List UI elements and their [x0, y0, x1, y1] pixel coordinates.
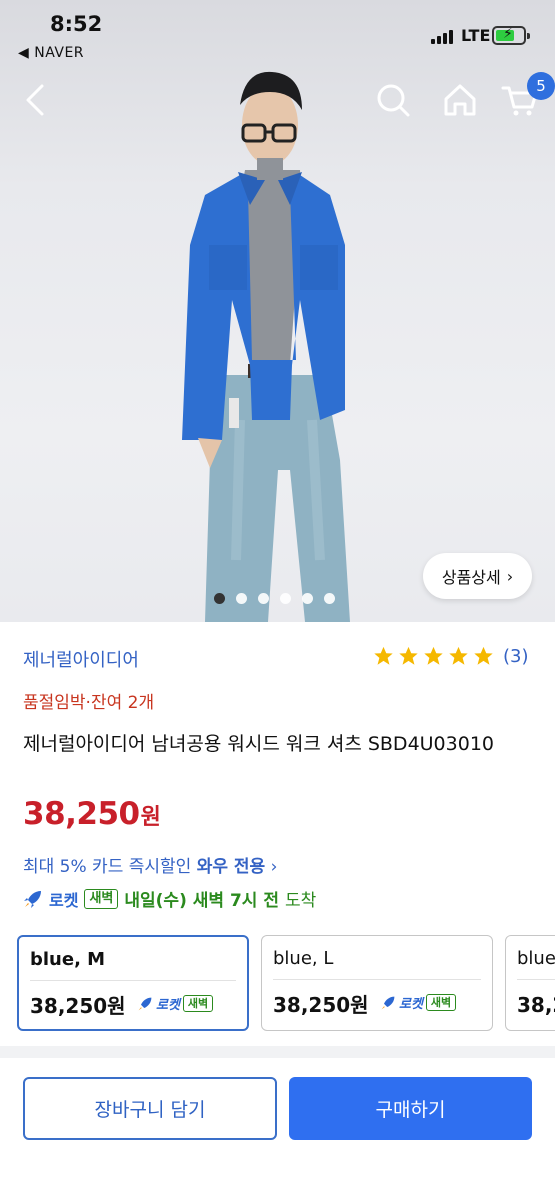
option-name: blue, M: [30, 949, 106, 970]
rating-summary[interactable]: (3): [372, 645, 529, 667]
pagination-dot[interactable]: [280, 593, 291, 604]
status-bar: 8:52 ◀ NAVER LTE ⚡: [0, 0, 555, 70]
signal-icon: [431, 30, 453, 44]
option-card[interactable]: blue, M 38,250원 로켓 새벽: [17, 935, 249, 1031]
battery-icon: ⚡: [492, 26, 530, 45]
back-arrow-icon[interactable]: [18, 80, 58, 120]
dawn-tag: 새벽: [425, 994, 457, 1011]
delivery-suffix: 도착: [284, 891, 317, 911]
star-icon: [474, 646, 493, 665]
product-title: 제너럴아이디어 남녀공용 워시드 워크 셔츠 SBD4U03010: [23, 733, 495, 755]
rocket-label: 로켓: [399, 997, 423, 1012]
star-icon: [449, 646, 468, 665]
rocket-icon: [24, 890, 41, 908]
option-delivery: 로켓 새벽: [380, 993, 457, 1012]
rocket-label: 로켓: [49, 890, 79, 910]
option-price: 38,250원: [273, 993, 369, 1017]
star-icon: [399, 646, 418, 665]
chevron-right-icon: ›: [270, 857, 278, 877]
pagination-dot[interactable]: [302, 593, 313, 604]
option-price: 38,250원: [30, 994, 126, 1018]
dawn-tag: 새벽: [84, 888, 119, 909]
option-card[interactable]: blue, XL 38,250원 로켓 새벽: [505, 935, 555, 1031]
product-image-gallery[interactable]: 8:52 ◀ NAVER LTE ⚡ 5 상품상세 ›: [0, 0, 555, 622]
back-to-app-link[interactable]: ◀ NAVER: [18, 45, 84, 61]
product-price: 38,250원: [23, 796, 161, 832]
star-icon: [424, 646, 443, 665]
add-to-cart-button[interactable]: 장바구니 담기: [23, 1077, 277, 1140]
price-value: 38,250: [23, 796, 140, 832]
delivery-date: 내일(수) 새벽 7시 전: [124, 891, 279, 911]
option-name: blue, L: [273, 948, 334, 969]
rocket-label: 로켓: [156, 998, 180, 1013]
option-name: blue, XL: [517, 948, 555, 969]
pagination-dot[interactable]: [258, 593, 269, 604]
option-delivery: 로켓 새벽: [137, 994, 214, 1013]
product-detail-label: 상품상세: [441, 568, 501, 587]
pagination-dot[interactable]: [214, 593, 225, 604]
card-discount-highlight: 와우 전용: [196, 857, 266, 877]
rocket-icon: [138, 997, 152, 1010]
pagination-dot[interactable]: [236, 593, 247, 604]
card-discount-text: 최대 5% 카드 즉시할인: [23, 857, 197, 877]
section-divider: [0, 1046, 555, 1058]
pagination-dot[interactable]: [324, 593, 335, 604]
star-icon: [374, 646, 393, 665]
option-card[interactable]: blue, L 38,250원 로켓 새벽: [261, 935, 493, 1031]
delivery-info: 로켓 새벽 내일(수) 새벽 7시 전 도착: [23, 886, 316, 911]
stock-status: 품절임박·잔여 2개: [23, 693, 155, 713]
network-label: LTE: [461, 26, 491, 45]
buy-now-button[interactable]: 구매하기: [289, 1077, 532, 1140]
home-icon[interactable]: [440, 80, 480, 120]
price-unit: 원: [140, 805, 161, 830]
chevron-right-icon: ›: [506, 566, 514, 586]
dawn-tag: 새벽: [182, 995, 214, 1012]
card-discount-link[interactable]: 최대 5% 카드 즉시할인 와우 전용 ›: [23, 852, 277, 877]
option-list: blue, M 38,250원 로켓 새벽 blue, L 38,250원 로켓…: [17, 935, 555, 1033]
product-detail-button[interactable]: 상품상세 ›: [423, 553, 532, 599]
option-price: 38,250원: [517, 993, 555, 1017]
rocket-icon: [381, 996, 395, 1009]
brand-link[interactable]: 제너럴아이디어: [23, 646, 139, 672]
cart-count-badge: 5: [527, 72, 555, 100]
search-icon[interactable]: [373, 80, 413, 120]
gallery-pagination: [214, 593, 335, 604]
status-time: 8:52: [50, 12, 103, 36]
rating-count: (3): [503, 645, 529, 667]
